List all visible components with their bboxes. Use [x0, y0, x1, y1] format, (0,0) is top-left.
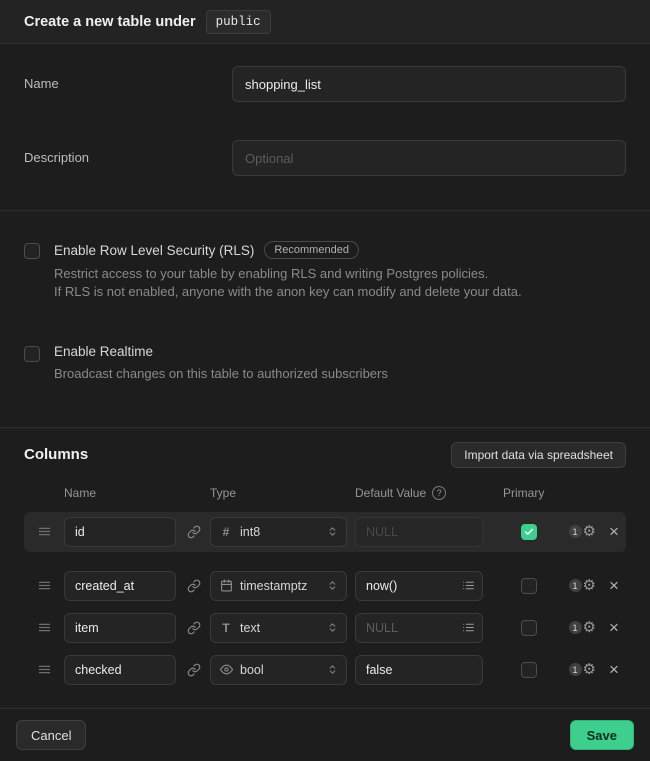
column-settings-button[interactable]: 1 ⚙: [569, 662, 596, 677]
remove-column-button[interactable]: ×: [609, 661, 619, 678]
settings-count-badge: 1: [569, 621, 582, 634]
rls-label[interactable]: Enable Row Level Security (RLS): [54, 243, 254, 258]
rls-content: Enable Row Level Security (RLS) Recommen…: [54, 241, 522, 300]
gear-icon: ⚙: [583, 662, 596, 677]
settings-count-badge: 1: [569, 663, 582, 676]
remove-column-button[interactable]: ×: [609, 577, 619, 594]
description-row: Description: [24, 140, 626, 176]
drag-handle-icon[interactable]: [24, 620, 64, 635]
import-spreadsheet-button[interactable]: Import data via spreadsheet: [451, 442, 626, 468]
table-name-input[interactable]: [232, 66, 626, 102]
settings-count-badge: 1: [569, 579, 582, 592]
options-section: Enable Row Level Security (RLS) Recommen…: [0, 211, 650, 428]
primary-checkbox[interactable]: [521, 524, 537, 540]
remove-column-button[interactable]: ×: [609, 523, 619, 540]
column-row-checked: bool 1 ⚙ ×: [24, 652, 626, 688]
column-settings-button[interactable]: 1 ⚙: [569, 578, 596, 593]
default-suggestions-icon[interactable]: [460, 577, 477, 594]
table-info-section: Name Description: [0, 44, 650, 211]
dialog-footer: Cancel Save: [0, 708, 650, 761]
name-label: Name: [24, 66, 232, 91]
default-suggestions-icon[interactable]: [460, 619, 477, 636]
columns-title: Columns: [24, 446, 88, 463]
gear-icon: ⚙: [583, 524, 596, 539]
hash-icon: #: [219, 525, 233, 539]
column-name-input[interactable]: [64, 655, 176, 685]
cancel-button[interactable]: Cancel: [16, 720, 86, 750]
column-row-item: T text 1 ⚙ ×: [24, 610, 626, 646]
schema-badge: public: [206, 10, 271, 34]
dialog-header: Create a new table under public: [0, 0, 650, 44]
rls-toggle-row: Enable Row Level Security (RLS) Recommen…: [24, 241, 626, 300]
dialog-title: Create a new table under: [24, 14, 196, 30]
eye-icon: [219, 663, 233, 676]
create-table-dialog: Create a new table under public Name Des…: [0, 0, 650, 761]
column-name-input[interactable]: [64, 517, 176, 547]
header-type: Type: [210, 486, 347, 500]
rls-description: Restrict access to your table by enablin…: [54, 265, 522, 300]
realtime-checkbox[interactable]: [24, 346, 40, 362]
table-description-input[interactable]: [232, 140, 626, 176]
column-settings-button[interactable]: 1 ⚙: [569, 620, 596, 635]
gear-icon: ⚙: [583, 620, 596, 635]
foreign-key-icon[interactable]: [185, 523, 203, 541]
column-settings-button[interactable]: 1 ⚙: [569, 524, 596, 539]
chevrons-up-down-icon: [327, 622, 338, 633]
gear-icon: ⚙: [583, 578, 596, 593]
column-type-select[interactable]: T text: [210, 613, 347, 643]
chevrons-up-down-icon: [327, 664, 338, 675]
header-default-value: Default Value ?: [355, 486, 483, 500]
drag-handle-icon[interactable]: [24, 578, 64, 593]
calendar-icon: [219, 579, 233, 592]
primary-checkbox[interactable]: [521, 620, 537, 636]
header-name: Name: [64, 486, 176, 500]
foreign-key-icon[interactable]: [185, 577, 203, 595]
foreign-key-icon[interactable]: [185, 661, 203, 679]
column-name-input[interactable]: [64, 613, 176, 643]
realtime-content: Enable Realtime Broadcast changes on thi…: [54, 344, 388, 383]
columns-header-row: Name Type Default Value ? Primary: [24, 484, 626, 502]
column-row-created-at: timestamptz 1 ⚙ ×: [24, 568, 626, 604]
realtime-label[interactable]: Enable Realtime: [54, 344, 153, 359]
realtime-toggle-row: Enable Realtime Broadcast changes on thi…: [24, 344, 626, 383]
column-type-select[interactable]: # int8: [210, 517, 347, 547]
column-type-select[interactable]: timestamptz: [210, 571, 347, 601]
settings-count-badge: 1: [569, 525, 582, 538]
primary-checkbox[interactable]: [521, 662, 537, 678]
columns-section: Columns Import data via spreadsheet Name…: [0, 428, 650, 709]
drag-handle-icon[interactable]: [24, 524, 64, 539]
help-icon[interactable]: ?: [432, 486, 446, 500]
column-default-input[interactable]: [355, 655, 483, 685]
column-name-input[interactable]: [64, 571, 176, 601]
name-row: Name: [24, 66, 626, 102]
realtime-description: Broadcast changes on this table to autho…: [54, 365, 388, 383]
chevrons-up-down-icon: [327, 526, 338, 537]
column-default-input: [355, 517, 483, 547]
rls-checkbox[interactable]: [24, 243, 40, 259]
header-primary: Primary: [503, 486, 553, 500]
recommended-badge: Recommended: [264, 241, 359, 259]
foreign-key-icon[interactable]: [185, 619, 203, 637]
primary-checkbox[interactable]: [521, 578, 537, 594]
letter-t-icon: T: [219, 621, 233, 635]
save-button[interactable]: Save: [570, 720, 634, 750]
chevrons-up-down-icon: [327, 580, 338, 591]
remove-column-button[interactable]: ×: [609, 619, 619, 636]
description-label: Description: [24, 140, 232, 165]
drag-handle-icon[interactable]: [24, 662, 64, 677]
column-type-select[interactable]: bool: [210, 655, 347, 685]
column-row-id: # int8 1 ⚙ ×: [24, 512, 626, 552]
